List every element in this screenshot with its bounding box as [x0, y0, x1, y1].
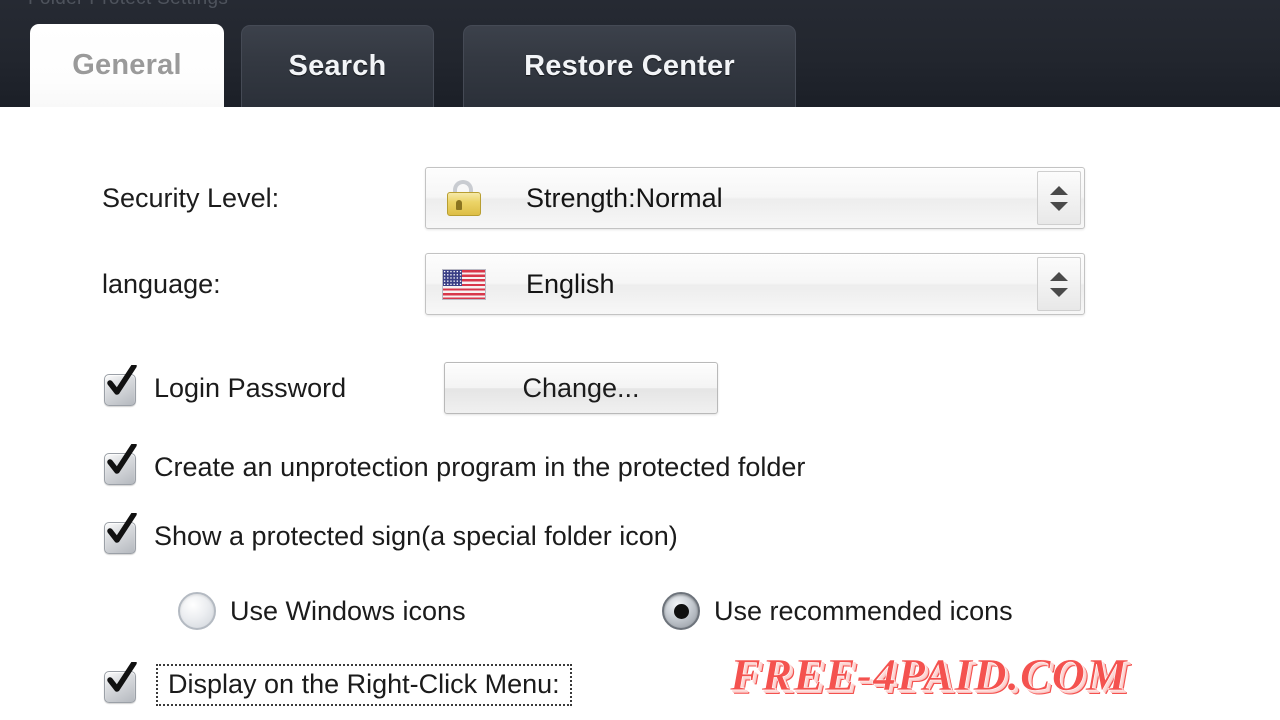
checkmark-icon: [107, 662, 137, 692]
right-click-menu-row: Display on the Right-Click Menu:: [102, 662, 572, 706]
chevron-down-icon[interactable]: [1050, 287, 1068, 297]
login-password-label: Login Password: [154, 372, 347, 403]
tab-bar: Folder Protect Settings Search Restore C…: [0, 0, 1280, 107]
tab-general-label: General: [72, 49, 182, 81]
security-level-spinner[interactable]: [1037, 171, 1081, 225]
change-password-button-label: Change...: [522, 372, 640, 403]
language-row: language: English: [102, 253, 1085, 315]
radio-windows-icons-label: Use Windows icons: [230, 595, 466, 626]
right-click-menu-label: Display on the Right-Click Menu:: [156, 664, 572, 706]
general-tab-panel: Security Level: Strength:Normal language…: [0, 107, 1280, 720]
security-level-value: Strength:Normal: [526, 182, 723, 213]
icon-style-option-recommended[interactable]: Use recommended icons: [662, 592, 1013, 630]
radio-recommended-icons-label: Use recommended icons: [714, 595, 1013, 626]
site-watermark: FREE-4PAID.COM: [730, 649, 1128, 701]
right-click-menu-checkbox[interactable]: [102, 662, 142, 705]
icon-style-option-windows[interactable]: Use Windows icons: [178, 592, 466, 630]
security-level-row: Security Level: Strength:Normal: [102, 167, 1085, 229]
create-unprotection-program-checkbox[interactable]: [102, 444, 142, 487]
radio-recommended-icons[interactable]: [662, 592, 700, 630]
tab-search-label: Search: [288, 50, 387, 82]
checkmark-icon: [107, 513, 137, 543]
show-protected-sign-checkbox[interactable]: [102, 513, 142, 556]
language-value: English: [526, 268, 615, 299]
chevron-up-icon[interactable]: [1050, 271, 1068, 281]
tab-restore-center-label: Restore Center: [524, 50, 735, 82]
tab-restore-center[interactable]: Restore Center: [463, 25, 796, 107]
login-password-checkbox[interactable]: [102, 365, 142, 408]
settings-window: Folder Protect Settings Search Restore C…: [0, 0, 1280, 720]
tab-general[interactable]: General: [30, 24, 224, 107]
show-protected-sign-label: Show a protected sign(a special folder i…: [154, 520, 678, 551]
create-unprotection-program-row: Create an unprotection program in the pr…: [102, 444, 806, 487]
security-level-combobox[interactable]: Strength:Normal: [425, 167, 1085, 229]
tab-search[interactable]: Search: [241, 25, 434, 107]
checkmark-icon: [107, 365, 137, 395]
chevron-up-icon[interactable]: [1050, 185, 1068, 195]
us-flag-icon: [442, 265, 486, 303]
security-level-label: Security Level:: [102, 182, 280, 213]
language-label: language:: [102, 268, 221, 299]
show-protected-sign-row: Show a protected sign(a special folder i…: [102, 513, 678, 556]
radio-windows-icons[interactable]: [178, 592, 216, 630]
padlock-icon: [442, 179, 484, 217]
chevron-down-icon[interactable]: [1050, 201, 1068, 211]
change-password-button[interactable]: Change...: [444, 362, 718, 414]
window-title-clipped: Folder Protect Settings: [28, 0, 228, 10]
language-spinner[interactable]: [1037, 257, 1081, 311]
create-unprotection-program-label: Create an unprotection program in the pr…: [154, 451, 806, 482]
login-password-row: Login Password Change...: [102, 362, 718, 414]
language-combobox[interactable]: English: [425, 253, 1085, 315]
checkmark-icon: [107, 444, 137, 474]
